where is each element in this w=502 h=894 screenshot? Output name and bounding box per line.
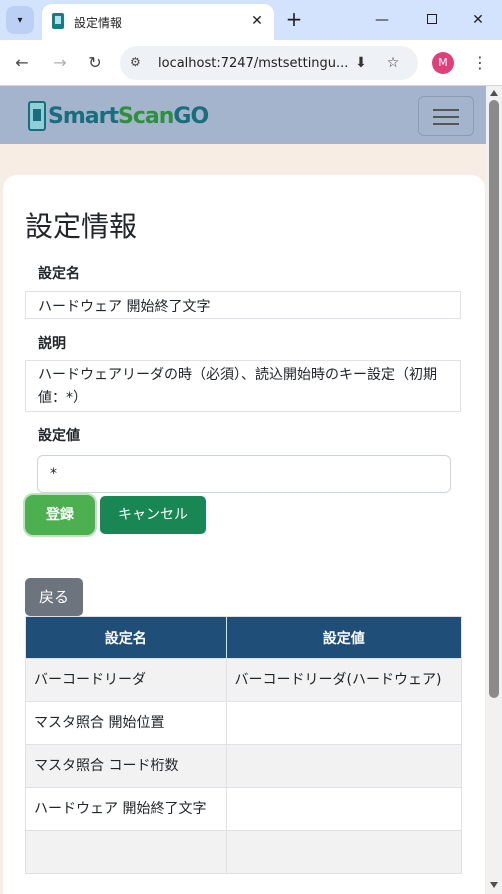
scroll-down-icon[interactable] xyxy=(490,882,498,888)
content-card: 設定情報 設定名 ハードウェア 開始終了文字 説明 ハードウェアリーダの時（必須… xyxy=(3,175,485,894)
address-bar[interactable]: ⚙ localhost:7247/mstsettingu... ⬇ ☆ xyxy=(120,46,418,80)
browser-tab[interactable]: 設定情報 ✕ xyxy=(42,4,274,40)
setting-name-label: 設定名 xyxy=(38,266,80,282)
table-row[interactable] xyxy=(25,830,463,874)
cell-setting-value xyxy=(225,701,463,745)
cell-setting-value xyxy=(225,787,463,831)
cell-setting-value xyxy=(225,830,463,874)
scroll-up-icon[interactable] xyxy=(490,90,498,96)
star-icon[interactable]: ☆ xyxy=(384,54,402,72)
cell-setting-name: マスタ照合 開始位置 xyxy=(25,701,227,745)
table-header-row: 設定名 設定値 xyxy=(25,616,463,659)
setting-value-label: 設定値 xyxy=(38,428,80,444)
maximize-icon[interactable] xyxy=(420,8,444,32)
register-button[interactable]: 登録 xyxy=(25,495,95,535)
description-label: 説明 xyxy=(38,336,66,352)
forward-arrow-icon[interactable]: → xyxy=(48,51,72,75)
profile-avatar[interactable]: M xyxy=(432,52,454,74)
tab-title: 設定情報 xyxy=(74,16,123,30)
cell-setting-name: ハードウェア 開始終了文字 xyxy=(25,787,227,831)
plus-icon[interactable]: + xyxy=(284,8,304,32)
vertical-scrollbar[interactable] xyxy=(486,86,502,894)
logo-scan: Scan xyxy=(117,103,174,129)
kebab-menu-icon[interactable]: ⋮ xyxy=(470,52,490,74)
table-row[interactable]: ハードウェア 開始終了文字 xyxy=(25,787,463,831)
page-title: 設定情報 xyxy=(25,210,138,243)
setting-value-input[interactable] xyxy=(37,455,451,493)
window-close-icon[interactable]: ✕ xyxy=(466,8,490,32)
tab-strip: ▾ 設定情報 ✕ + — ✕ xyxy=(0,0,502,40)
back-arrow-icon[interactable]: ← xyxy=(10,51,34,75)
close-icon[interactable]: ✕ xyxy=(248,12,266,30)
page-viewport: SmartScanGO 設定情報 設定名 ハードウェア 開始終了文字 説明 ハー… xyxy=(0,86,502,894)
tab-list-icon[interactable]: ▾ xyxy=(6,6,34,34)
scanner-icon xyxy=(28,101,46,131)
description-value: ハードウェアリーダの時（必須）、読込開始時のキー設定（初期値：*） xyxy=(25,360,461,412)
logo-smart: Smart xyxy=(48,103,119,129)
install-icon[interactable]: ⬇ xyxy=(352,54,370,72)
table-row[interactable]: マスタ照合 コード桁数 xyxy=(25,744,463,788)
table-row[interactable]: マスタ照合 開始位置 xyxy=(25,701,463,745)
favicon xyxy=(52,13,64,29)
setting-name-value: ハードウェア 開始終了文字 xyxy=(25,291,461,319)
reload-icon[interactable]: ↻ xyxy=(83,51,107,75)
url-text[interactable]: localhost:7247/mstsettingu... xyxy=(158,56,348,71)
app-navbar: SmartScanGO xyxy=(0,86,486,144)
hamburger-menu-icon[interactable] xyxy=(418,96,474,136)
scrollbar-thumb[interactable] xyxy=(489,100,499,698)
settings-table: 設定名 設定値 バーコードリーダ バーコードリーダ(ハードウェア) マスタ照合 … xyxy=(25,616,463,874)
minimize-icon[interactable]: — xyxy=(370,8,394,32)
cell-setting-name xyxy=(25,830,227,874)
cell-setting-name: マスタ照合 コード桁数 xyxy=(25,744,227,788)
browser-toolbar: ← → ↻ ⚙ localhost:7247/mstsettingu... ⬇ … xyxy=(0,40,502,86)
site-info-icon[interactable]: ⚙ xyxy=(130,55,141,69)
cell-setting-name: バーコードリーダ xyxy=(25,658,227,702)
table-row[interactable]: バーコードリーダ バーコードリーダ(ハードウェア) xyxy=(25,658,463,702)
column-header-name: 設定名 xyxy=(25,616,227,659)
app-logo[interactable]: SmartScanGO xyxy=(28,99,209,133)
cell-setting-value xyxy=(225,744,463,788)
back-button[interactable]: 戻る xyxy=(25,578,83,616)
column-header-value: 設定値 xyxy=(225,616,463,659)
cell-setting-value: バーコードリーダ(ハードウェア) xyxy=(225,658,463,702)
cancel-button[interactable]: キャンセル xyxy=(100,496,206,534)
logo-go: GO xyxy=(173,103,209,129)
